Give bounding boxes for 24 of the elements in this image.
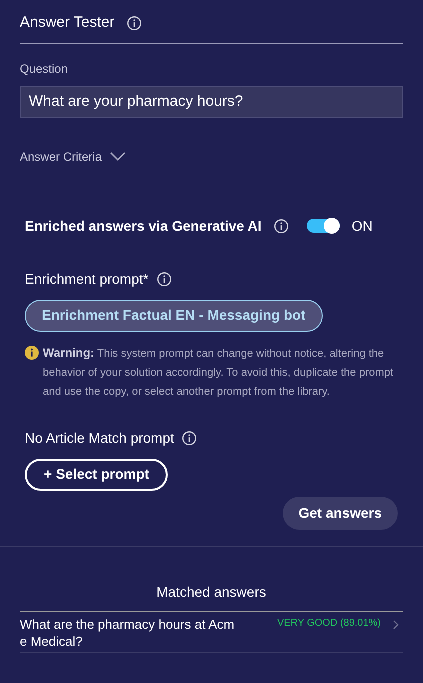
warning-icon	[25, 346, 39, 360]
field-label: No Article Match prompt	[25, 428, 174, 448]
setting-label: Enriched answers via Generative AI	[25, 216, 262, 236]
panel-title: Answer Tester	[20, 13, 115, 33]
field-label: Question	[20, 60, 70, 78]
info-icon[interactable]	[126, 16, 142, 31]
chevron-right-icon	[393, 620, 399, 630]
toggle-label: ON	[352, 216, 373, 236]
get-answers-button[interactable]: Get answers	[282, 496, 398, 530]
field-label: Enrichment prompt*	[25, 270, 149, 289]
info-icon[interactable]	[156, 272, 172, 286]
warning-text: Warning: This system prompt can change without notice, altering the behavior of your solution accordingly. To avoid this, duplicate the prompt and use the copy, or select another prompt from the library.	[43, 344, 395, 400]
toggle-switch[interactable]	[306, 219, 340, 233]
info-icon[interactable]	[274, 218, 289, 234]
info-icon[interactable]	[182, 430, 198, 446]
answer-question: What are the pharmacy hours at Acme Medical?	[20, 616, 236, 650]
answer-criteria-toggle[interactable]: Answer Criteria	[20, 148, 126, 166]
answer-row[interactable]: What are the pharmacy hours at Acme Medical? VERY GOOD (89.01%)	[20, 612, 403, 652]
select-prompt-button[interactable]: + Select prompt	[25, 458, 168, 490]
question-field[interactable]: What are your pharmacy hours?	[20, 86, 403, 118]
prompt-chip[interactable]: Enrichment Factual EN - Messaging bot	[25, 300, 323, 332]
rating-label: VERY GOOD (89.01%)	[277, 616, 381, 630]
section-title: Matched answers	[20, 582, 403, 612]
chevron-icon	[110, 152, 126, 162]
